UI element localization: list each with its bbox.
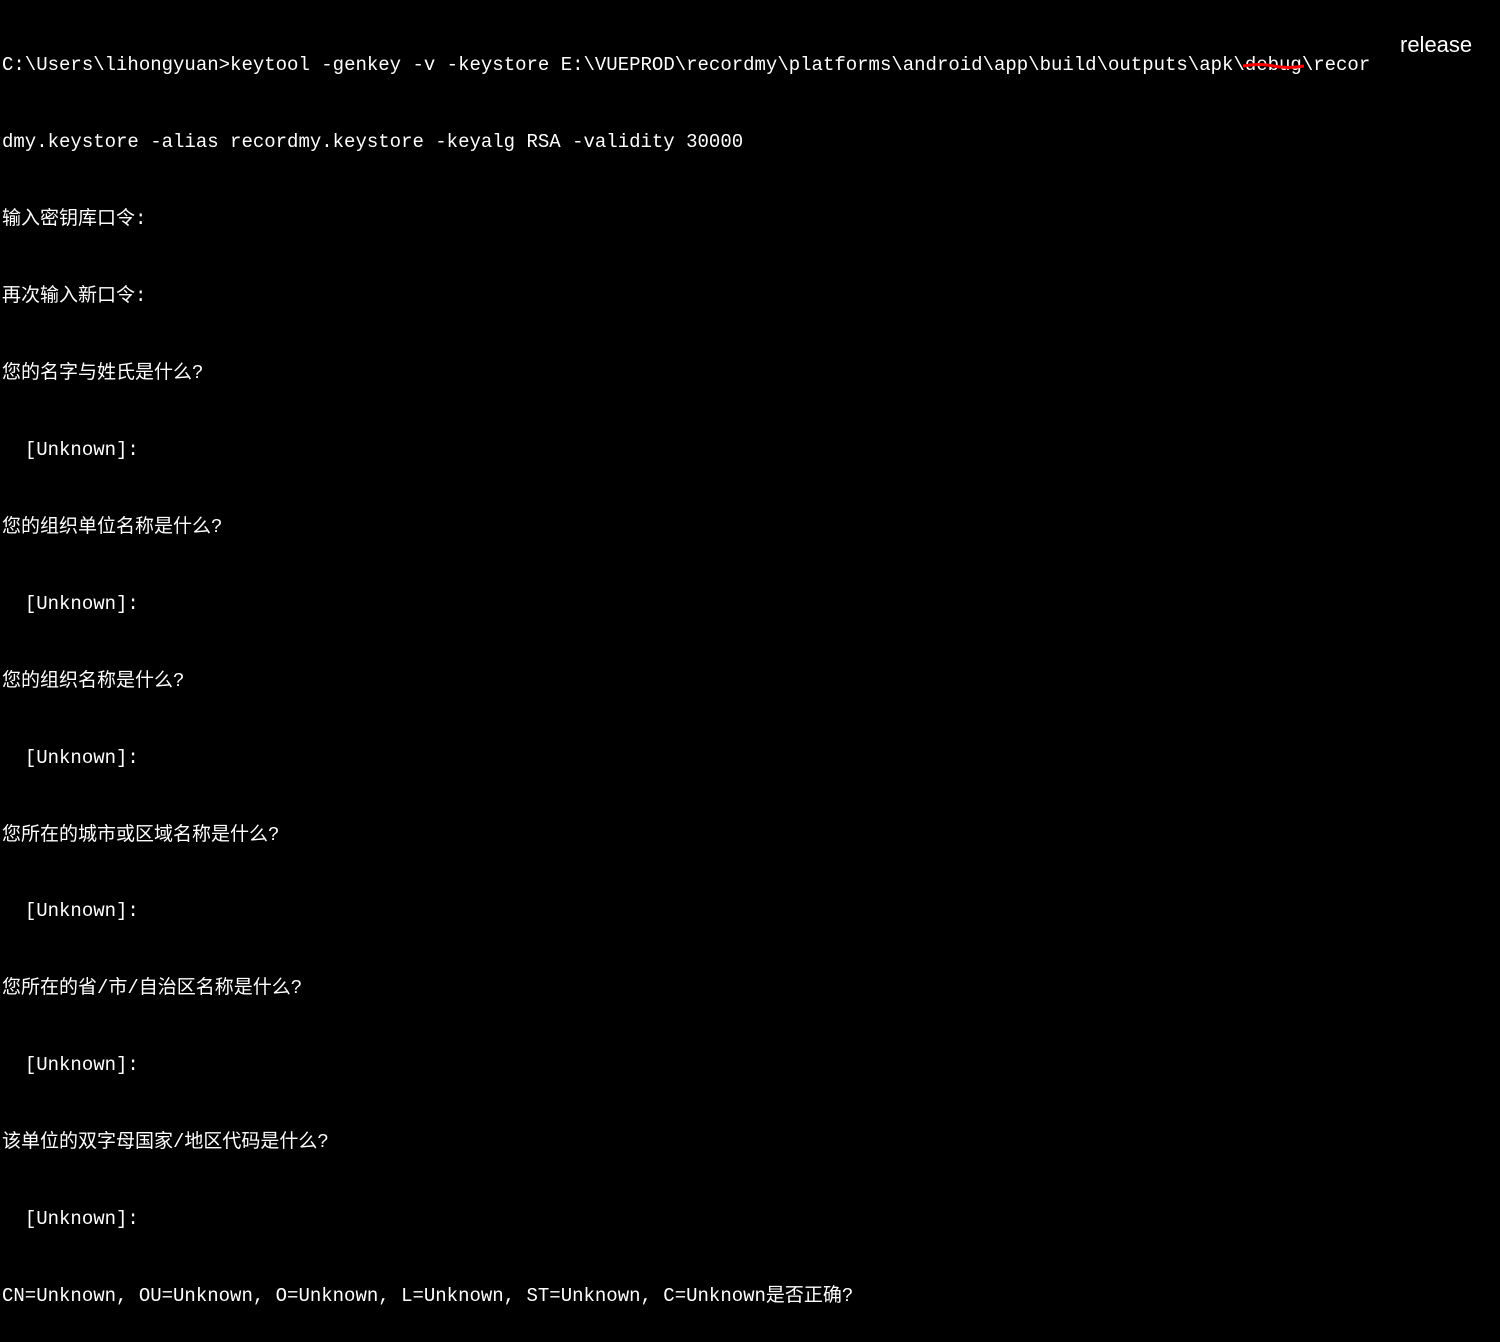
output-line: [Unknown]: xyxy=(2,438,1498,464)
terminal-output[interactable]: C:\Users\lihongyuan>keytool -genkey -v -… xyxy=(2,2,1498,1342)
output-line: [Unknown]: xyxy=(2,592,1498,618)
command-line-2: dmy.keystore -alias recordmy.keystore -k… xyxy=(2,130,1498,156)
output-line: [Unknown]: xyxy=(2,1053,1498,1079)
output-line: [Unknown]: xyxy=(2,746,1498,772)
struck-word: debug xyxy=(1245,53,1302,79)
output-line: 您的组织单位名称是什么? xyxy=(2,515,1498,541)
output-line: 您所在的省/市/自治区名称是什么? xyxy=(2,976,1498,1002)
output-line: 再次输入新口令: xyxy=(2,284,1498,310)
output-line: 您的组织名称是什么? xyxy=(2,669,1498,695)
release-annotation: release xyxy=(1400,30,1472,60)
prompt: C:\Users\lihongyuan> xyxy=(2,54,230,76)
output-line: [Unknown]: xyxy=(2,899,1498,925)
struck-text: debug xyxy=(1245,54,1302,76)
command-line-1: C:\Users\lihongyuan>keytool -genkey -v -… xyxy=(2,53,1498,79)
output-line: [Unknown]: xyxy=(2,1207,1498,1233)
command-text-1: keytool -genkey -v -keystore E:\VUEPROD\… xyxy=(230,54,1245,76)
command-text-2: \recor xyxy=(1302,54,1370,76)
output-line: 该单位的双字母国家/地区代码是什么? xyxy=(2,1130,1498,1156)
output-line: 您的名字与姓氏是什么? xyxy=(2,361,1498,387)
output-line: 输入密钥库口令: xyxy=(2,207,1498,233)
output-line: 您所在的城市或区域名称是什么? xyxy=(2,823,1498,849)
output-line: CN=Unknown, OU=Unknown, O=Unknown, L=Unk… xyxy=(2,1284,1498,1310)
